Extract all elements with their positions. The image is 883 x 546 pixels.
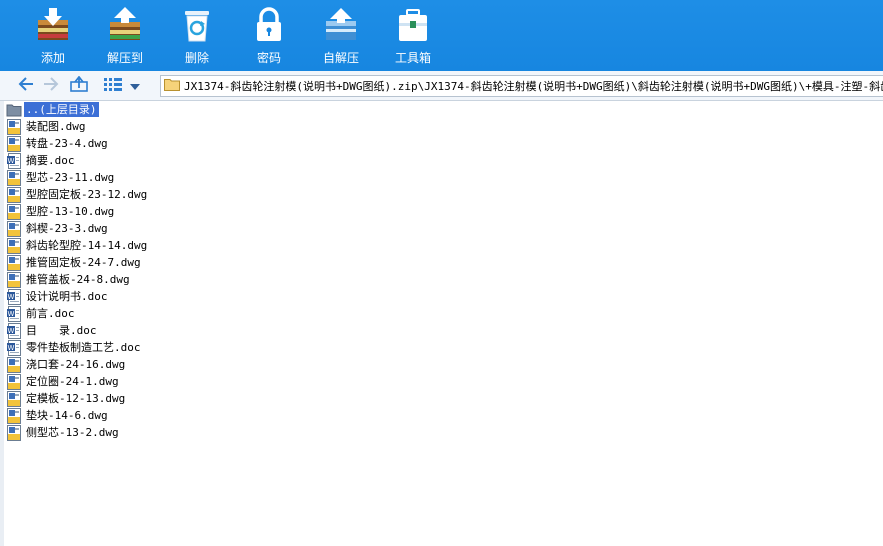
address-path: JX1374-斜齿轮注射模(说明书+DWG图纸).zip\JX1374-斜齿轮注… <box>184 80 883 93</box>
list-view-icon <box>104 77 122 94</box>
dwg-file-icon <box>6 135 22 152</box>
file-name: 推管固定板-24-7.dwg <box>26 256 141 269</box>
dwg-file-icon <box>6 271 22 288</box>
recycle-bin-icon <box>177 5 217 45</box>
dwg-file-icon <box>6 373 22 390</box>
word-document-icon: W <box>6 322 22 339</box>
file-row[interactable]: W 零件垫板制造工艺.doc <box>4 339 883 356</box>
extract-to-button[interactable]: 解压到 <box>89 0 161 71</box>
dwg-file-icon <box>6 118 22 135</box>
main-toolbar: 添加 解压到 删除 密码 自解压 工具箱 <box>0 0 883 71</box>
file-list[interactable]: ..(上层目录) 装配图.dwg 转盘-23-4.dwg W 摘要.doc 型芯-23-1… <box>0 101 883 546</box>
file-name: 转盘-23-4.dwg <box>26 137 108 150</box>
file-name: 型腔固定板-23-12.dwg <box>26 188 148 201</box>
file-name: 型腔-13-10.dwg <box>26 205 115 218</box>
up-folder-button[interactable] <box>68 75 90 97</box>
svg-text:W: W <box>8 327 15 335</box>
word-document-icon: W <box>6 288 22 305</box>
file-name: 目 录.doc <box>26 324 97 337</box>
file-name: 侧型芯-13-2.dwg <box>26 426 119 439</box>
back-button[interactable] <box>15 75 37 97</box>
forward-button[interactable] <box>40 75 62 97</box>
chevron-down-icon <box>130 79 140 93</box>
parent-folder-icon <box>6 102 22 118</box>
address-bar[interactable]: JX1374-斜齿轮注射模(说明书+DWG图纸).zip\JX1374-斜齿轮注… <box>160 75 883 97</box>
file-name: 设计说明书.doc <box>26 290 108 303</box>
file-row[interactable]: 装配图.dwg <box>4 118 883 135</box>
file-name: 摘要.doc <box>26 154 75 167</box>
delete-button-label: 删除 <box>184 51 209 65</box>
dwg-file-icon <box>6 237 22 254</box>
extract-to-button-label: 解压到 <box>106 51 143 65</box>
up-folder-icon <box>70 75 88 95</box>
file-row[interactable]: 垫块-14-6.dwg <box>4 407 883 424</box>
password-button[interactable]: 密码 <box>233 0 305 71</box>
view-mode-dropdown[interactable] <box>128 75 142 97</box>
svg-text:W: W <box>8 157 15 165</box>
svg-text:W: W <box>8 293 15 301</box>
svg-text:W: W <box>8 310 15 318</box>
file-row[interactable]: 型芯-23-11.dwg <box>4 169 883 186</box>
dwg-file-icon <box>6 356 22 373</box>
file-name: 定模板-12-13.dwg <box>26 392 126 405</box>
file-row[interactable]: 转盘-23-4.dwg <box>4 135 883 152</box>
file-row[interactable]: 浇口套-24-16.dwg <box>4 356 883 373</box>
delete-button[interactable]: 删除 <box>161 0 233 71</box>
add-button[interactable]: 添加 <box>17 0 89 71</box>
file-row[interactable]: 斜齿轮型腔-14-14.dwg <box>4 237 883 254</box>
self-extract-button[interactable]: 自解压 <box>305 0 377 71</box>
dwg-file-icon <box>6 169 22 186</box>
file-row[interactable]: 型腔固定板-23-12.dwg <box>4 186 883 203</box>
toolbox-icon <box>393 5 433 45</box>
dwg-file-icon <box>6 390 22 407</box>
dwg-file-icon <box>6 220 22 237</box>
file-name: 前言.doc <box>26 307 75 320</box>
file-row[interactable]: 推管盖板-24-8.dwg <box>4 271 883 288</box>
folder-icon <box>164 78 180 94</box>
file-row[interactable]: W 目 录.doc <box>4 322 883 339</box>
word-document-icon: W <box>6 152 22 169</box>
file-row[interactable]: 侧型芯-13-2.dwg <box>4 424 883 441</box>
toolbox-button-label: 工具箱 <box>394 51 431 65</box>
dwg-file-icon <box>6 186 22 203</box>
file-name: 垫块-14-6.dwg <box>26 409 108 422</box>
file-name: ..(上层目录) <box>24 102 99 117</box>
svg-text:W: W <box>8 344 15 352</box>
file-row[interactable]: 推管固定板-24-7.dwg <box>4 254 883 271</box>
dwg-file-icon <box>6 407 22 424</box>
add-archive-icon <box>33 5 73 45</box>
dwg-file-icon <box>6 254 22 271</box>
add-button-label: 添加 <box>40 51 65 65</box>
file-name: 装配图.dwg <box>26 120 86 133</box>
password-button-label: 密码 <box>256 51 281 65</box>
file-name: 浇口套-24-16.dwg <box>26 358 126 371</box>
word-document-icon: W <box>6 339 22 356</box>
file-row[interactable]: W 设计说明书.doc <box>4 288 883 305</box>
file-row[interactable]: 定位圈-24-1.dwg <box>4 373 883 390</box>
file-name: 零件垫板制造工艺.doc <box>26 341 141 354</box>
forward-arrow-icon <box>43 77 59 94</box>
back-arrow-icon <box>18 77 34 94</box>
file-name: 型芯-23-11.dwg <box>26 171 115 184</box>
extract-to-icon <box>105 5 145 45</box>
view-mode-button[interactable] <box>100 75 126 97</box>
dwg-file-icon <box>6 203 22 220</box>
toolbox-button[interactable]: 工具箱 <box>377 0 449 71</box>
parent-directory-row[interactable]: ..(上层目录) <box>4 101 883 118</box>
self-extract-icon <box>321 5 361 45</box>
word-document-icon: W <box>6 305 22 322</box>
file-row[interactable]: W 摘要.doc <box>4 152 883 169</box>
file-row[interactable]: 型腔-13-10.dwg <box>4 203 883 220</box>
file-row[interactable]: W 前言.doc <box>4 305 883 322</box>
padlock-icon <box>249 5 289 45</box>
file-name: 推管盖板-24-8.dwg <box>26 273 130 286</box>
file-name: 定位圈-24-1.dwg <box>26 375 119 388</box>
file-name: 斜齿轮型腔-14-14.dwg <box>26 239 148 252</box>
navigation-bar: JX1374-斜齿轮注射模(说明书+DWG图纸).zip\JX1374-斜齿轮注… <box>0 71 883 101</box>
self-extract-button-label: 自解压 <box>322 51 359 65</box>
file-row[interactable]: 定模板-12-13.dwg <box>4 390 883 407</box>
file-row[interactable]: 斜楔-23-3.dwg <box>4 220 883 237</box>
file-name: 斜楔-23-3.dwg <box>26 222 108 235</box>
dwg-file-icon <box>6 424 22 441</box>
